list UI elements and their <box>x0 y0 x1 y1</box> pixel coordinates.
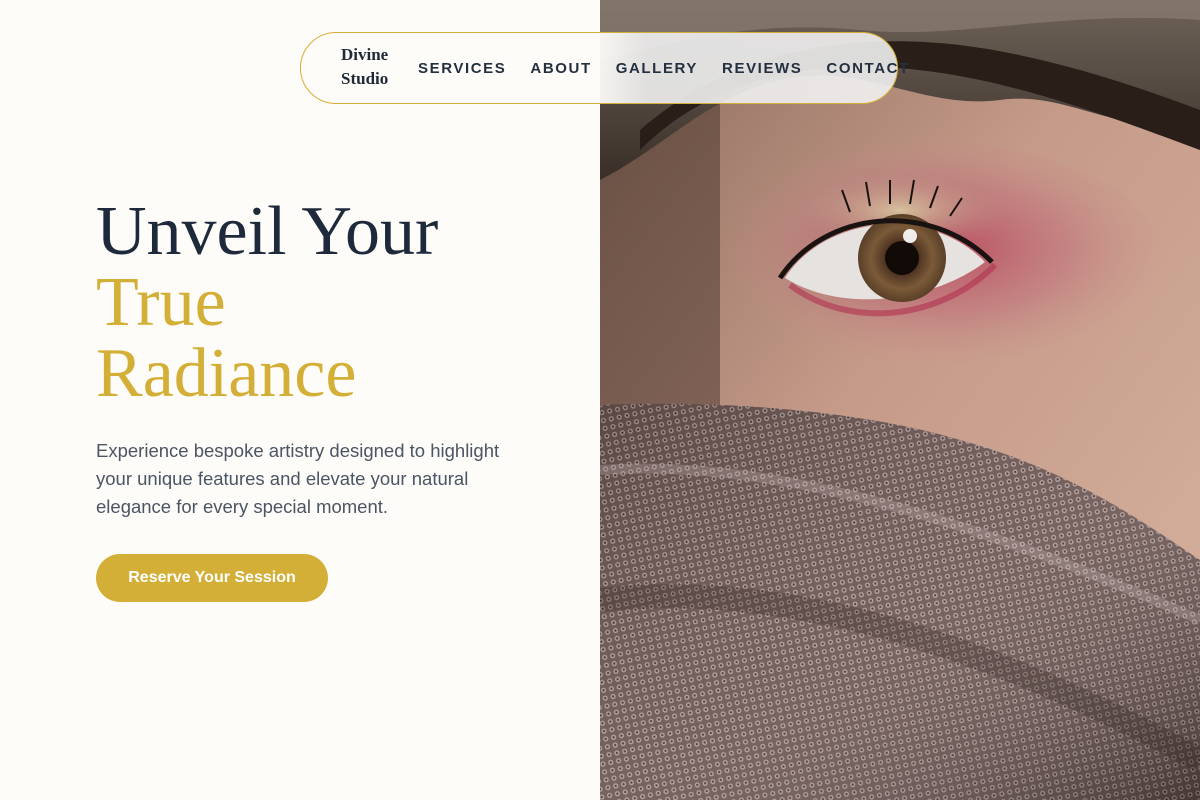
hero-title-line1: Unveil Your <box>96 193 439 270</box>
hero-image-makeup-eye <box>600 0 1200 800</box>
brand-name-line1: Divine <box>341 45 389 64</box>
nav-link-services[interactable]: SERVICES <box>418 60 506 77</box>
hero-title-line3: Radiance <box>96 335 357 412</box>
nav-links: SERVICES ABOUT GALLERY REVIEWS CONTACT <box>418 33 910 103</box>
nav-link-reviews[interactable]: REVIEWS <box>722 60 802 77</box>
hero-title: Unveil Your True Radiance <box>96 196 438 409</box>
brand-name-line2: Studio <box>341 69 389 88</box>
brand-logo[interactable]: Divine Studio <box>341 43 401 91</box>
nav-link-gallery[interactable]: GALLERY <box>616 60 698 77</box>
nav-link-contact[interactable]: CONTACT <box>826 60 909 77</box>
hero-description: Experience bespoke artistry designed to … <box>96 440 500 517</box>
reserve-session-button[interactable]: Reserve Your Session <box>96 554 328 602</box>
top-navbar: Divine Studio SERVICES ABOUT GALLERY REV… <box>300 32 908 104</box>
hero-title-line2: True <box>96 264 226 341</box>
nav-link-about[interactable]: ABOUT <box>530 60 591 77</box>
